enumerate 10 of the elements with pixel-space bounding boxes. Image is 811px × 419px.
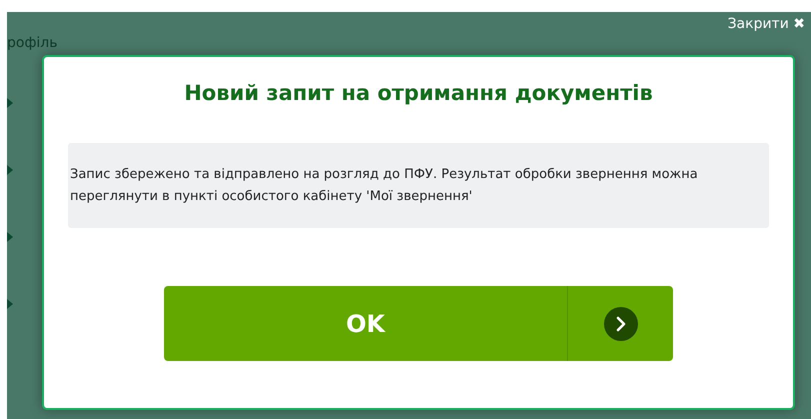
triangle-icon bbox=[7, 232, 13, 242]
ok-button[interactable]: OK bbox=[164, 286, 673, 361]
dialog-title: Новий запит на отримання документів bbox=[184, 81, 653, 105]
triangle-icon bbox=[7, 98, 13, 108]
page-heading: рофіль bbox=[7, 35, 58, 51]
triangle-icon bbox=[7, 165, 13, 175]
message-text: Запис збережено та відправлено на розгляд до ПФУ. Результат обробки звернення можна переглянути в пункті особистого кабінету 'Мої звернення' bbox=[70, 166, 699, 206]
chevron-right-icon bbox=[604, 306, 638, 340]
close-button[interactable]: Закрити ✖ bbox=[728, 16, 805, 32]
triangle-icon bbox=[7, 299, 13, 309]
